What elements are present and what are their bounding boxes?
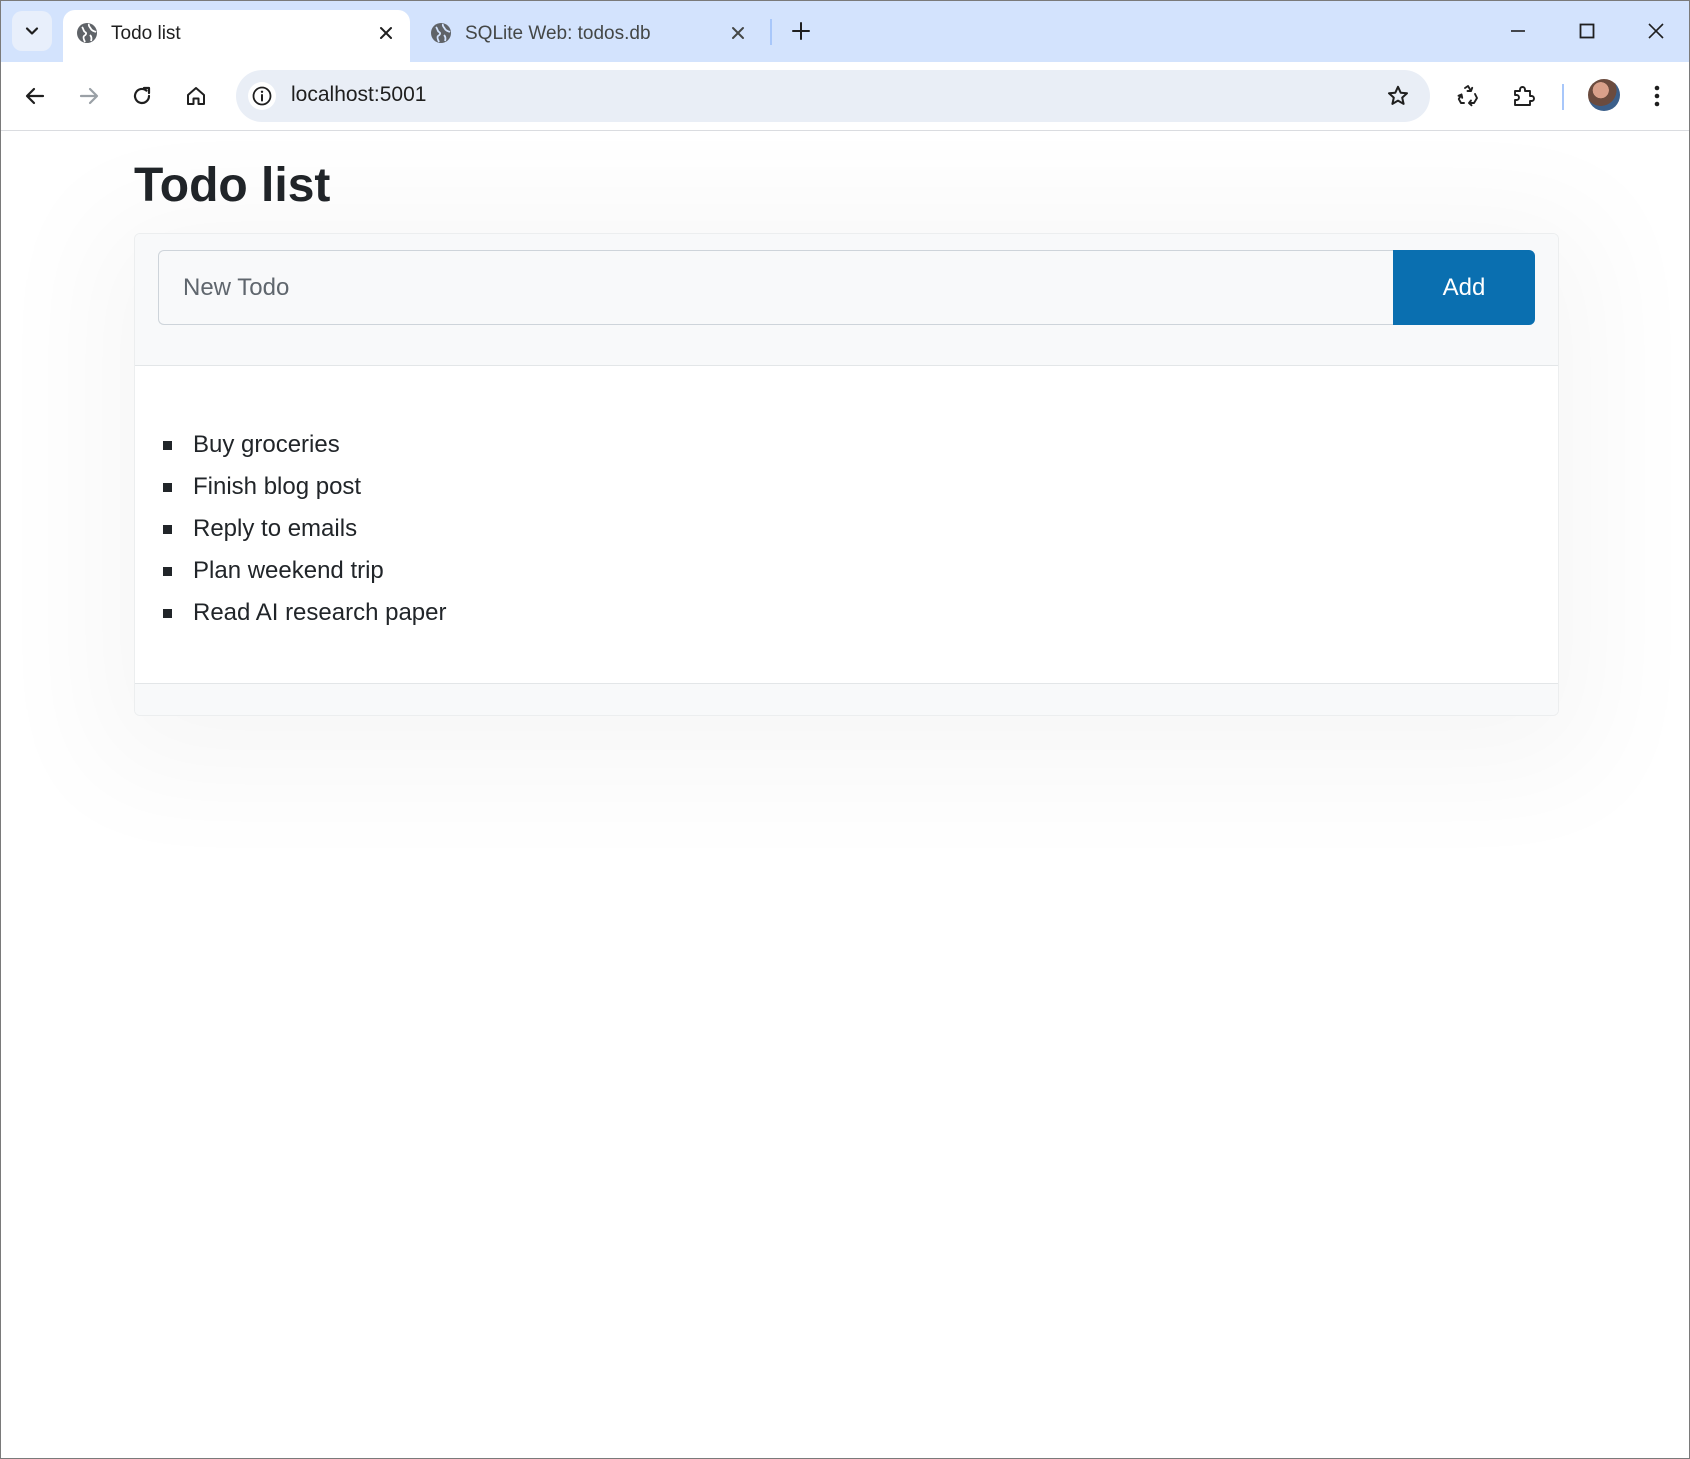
todo-text: Finish blog post xyxy=(193,473,362,500)
puzzle-icon xyxy=(1514,86,1535,106)
maximize-icon xyxy=(1579,23,1595,39)
home-button[interactable] xyxy=(176,76,216,116)
reload-icon xyxy=(133,86,151,105)
address-url[interactable]: localhost:5001 xyxy=(291,83,426,107)
plus-icon xyxy=(792,22,810,40)
home-icon xyxy=(187,87,205,105)
browser-window: Todo list SQLite Web: todos.db localhost… xyxy=(0,0,1690,1459)
todo-card-header: Add xyxy=(135,234,1558,366)
new-tab-button[interactable] xyxy=(783,13,819,49)
site-info-icon[interactable] xyxy=(248,82,276,110)
tab-sqlite-web[interactable]: SQLite Web: todos.db xyxy=(417,10,762,62)
todo-card-footer xyxy=(135,683,1558,715)
forward-button[interactable] xyxy=(69,76,109,116)
close-window-button[interactable] xyxy=(1633,9,1679,53)
close-icon[interactable] xyxy=(374,21,398,45)
todo-card: Add Buy groceries Finish blog post Reply… xyxy=(134,233,1559,716)
list-item: Read AI research paper xyxy=(163,592,447,634)
todo-text: Plan weekend trip xyxy=(193,557,384,584)
address-bar[interactable]: localhost:5001 xyxy=(236,70,1430,122)
bullet-icon xyxy=(163,525,172,534)
arrow-right-icon xyxy=(79,87,99,105)
maximize-button[interactable] xyxy=(1564,9,1610,53)
toolbar-separator xyxy=(1562,84,1564,110)
profile-avatar[interactable] xyxy=(1588,79,1620,111)
bullet-icon xyxy=(163,609,172,618)
page-title: Todo list xyxy=(134,159,331,212)
minimize-button[interactable] xyxy=(1495,9,1541,53)
add-button[interactable]: Add xyxy=(1393,250,1535,325)
close-icon xyxy=(1648,23,1664,39)
bullet-icon xyxy=(163,483,172,492)
bookmark-star-icon[interactable] xyxy=(1384,82,1412,110)
arrow-left-icon xyxy=(25,87,45,105)
tab-title: SQLite Web: todos.db xyxy=(465,23,651,44)
minimize-icon xyxy=(1511,30,1525,32)
reload-button[interactable] xyxy=(122,76,162,116)
tab-title: Todo list xyxy=(111,23,181,44)
list-item: Reply to emails xyxy=(163,508,447,550)
more-vert-icon xyxy=(1654,85,1660,107)
page-content: Todo list Add Buy groceries Finish blog … xyxy=(1,132,1689,1458)
list-item: Plan weekend trip xyxy=(163,550,447,592)
tab-separator xyxy=(770,19,772,45)
new-todo-input[interactable] xyxy=(158,250,1393,325)
menu-button[interactable] xyxy=(1637,76,1677,116)
extensions-button[interactable] xyxy=(1504,76,1544,116)
list-item: Buy groceries xyxy=(163,424,447,466)
bullet-icon xyxy=(163,441,172,450)
globe-icon xyxy=(77,23,97,43)
todo-text: Reply to emails xyxy=(193,515,358,542)
bullet-icon xyxy=(163,567,172,576)
globe-icon xyxy=(431,23,451,43)
todo-list: Buy groceries Finish blog post Reply to … xyxy=(163,424,447,634)
tab-todo-list[interactable]: Todo list xyxy=(63,10,410,62)
recycle-icon xyxy=(1457,85,1478,107)
browser-toolbar: localhost:5001 xyxy=(1,62,1689,131)
back-button[interactable] xyxy=(15,76,55,116)
recycle-extension-button[interactable] xyxy=(1448,76,1488,116)
chevron-down-icon xyxy=(25,27,39,35)
todo-text: Buy groceries xyxy=(193,431,340,458)
tab-strip: Todo list SQLite Web: todos.db xyxy=(1,1,1689,62)
list-item: Finish blog post xyxy=(163,466,447,508)
tab-search-button[interactable] xyxy=(12,11,52,51)
close-icon[interactable] xyxy=(726,21,750,45)
todo-text: Read AI research paper xyxy=(193,599,447,626)
